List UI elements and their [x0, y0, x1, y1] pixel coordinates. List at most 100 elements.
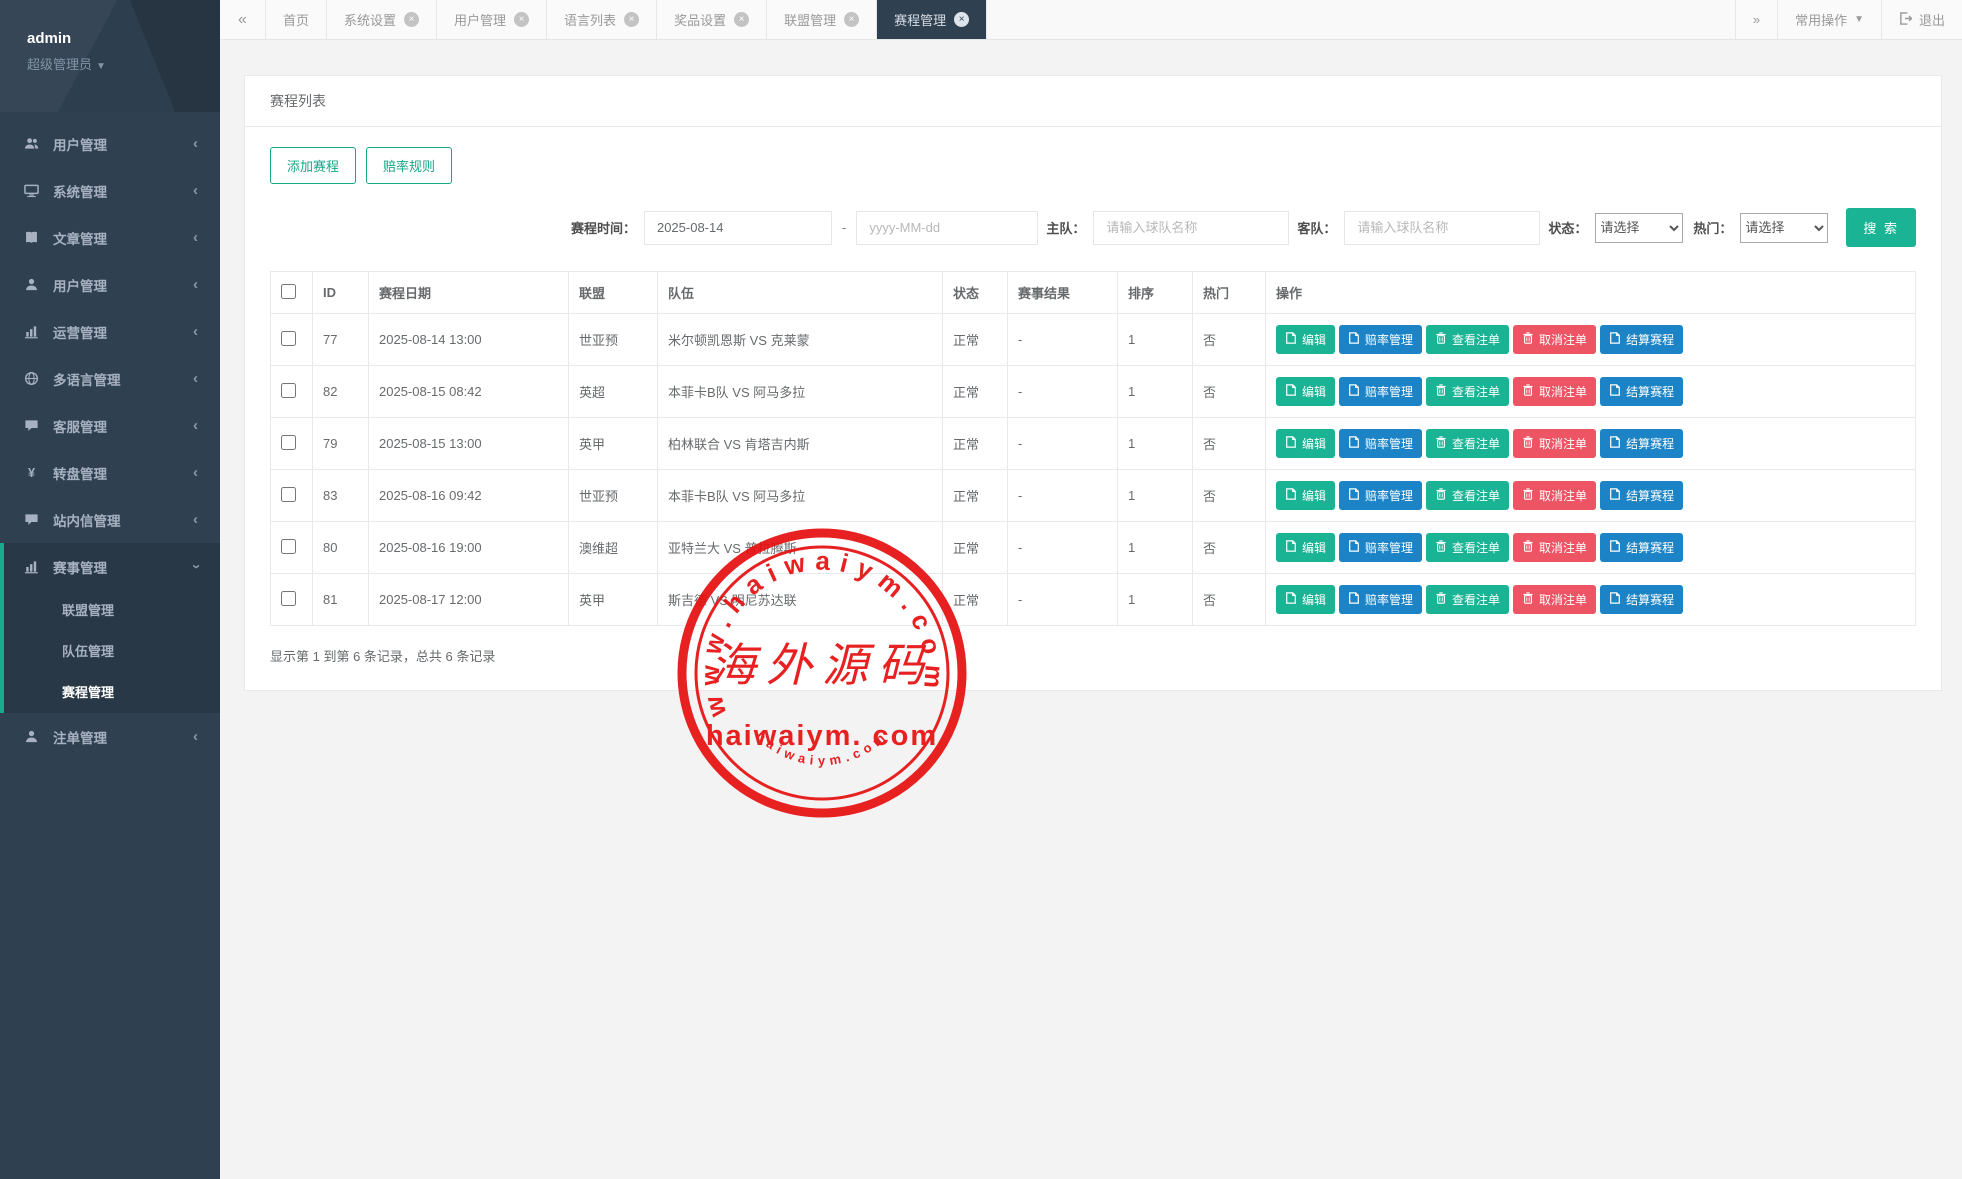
trash-icon: [1435, 488, 1447, 503]
home-team-input[interactable]: [1093, 210, 1290, 245]
row-checkbox[interactable]: [281, 382, 296, 398]
action-button-编辑[interactable]: 编辑: [1276, 533, 1336, 562]
action-button-取消注单[interactable]: 取消注单: [1513, 325, 1597, 354]
column-header-联盟: 联盟: [568, 271, 658, 314]
action-button-赔率管理[interactable]: 赔率管理: [1339, 481, 1423, 510]
tab-close-icon[interactable]: ×: [734, 12, 750, 27]
action-button-赔率管理[interactable]: 赔率管理: [1339, 377, 1423, 406]
action-button-结算赛程[interactable]: 结算赛程: [1600, 585, 1684, 614]
tabs-scroll-left-button[interactable]: «: [220, 0, 266, 39]
sort-cell: 1: [1117, 313, 1193, 366]
action-button-查看注单[interactable]: 查看注单: [1426, 325, 1510, 354]
action-button-取消注单[interactable]: 取消注单: [1513, 377, 1597, 406]
search-button[interactable]: 搜 索: [1846, 208, 1916, 247]
tab-语言列表[interactable]: 语言列表 ×: [547, 0, 658, 39]
tab-close-icon[interactable]: ×: [404, 12, 420, 27]
action-button-结算赛程[interactable]: 结算赛程: [1600, 325, 1684, 354]
action-button-查看注单[interactable]: 查看注单: [1426, 481, 1510, 510]
row-checkbox[interactable]: [281, 486, 296, 502]
tab-赛程管理[interactable]: 赛程管理 ×: [877, 0, 988, 39]
status-cell: 正常: [942, 573, 1008, 626]
tab-close-icon[interactable]: ×: [844, 12, 860, 27]
add-schedule-button[interactable]: 添加赛程: [270, 147, 357, 184]
tab-label: 联盟管理: [784, 13, 837, 28]
actions-cell: 编辑 赔率管理 查看注单 取消注单 结算赛程: [1265, 313, 1916, 366]
date-to-input[interactable]: [856, 210, 1039, 245]
action-button-label: 取消注单: [1539, 333, 1588, 347]
date-cell: 2025-08-14 13:00: [368, 313, 569, 366]
table-row: 80 2025-08-16 19:00 澳维超 亚特兰大 VS 普拉腾斯 正常 -1 否编辑…: [270, 521, 1916, 574]
action-button-取消注单[interactable]: 取消注单: [1513, 533, 1597, 562]
sidebar-item-用户管理[interactable]: 用户管理 ‹: [0, 120, 220, 167]
action-button-编辑[interactable]: 编辑: [1276, 481, 1336, 510]
sidebar-item-注单管理[interactable]: 注单管理 ‹: [0, 713, 220, 760]
tab-联盟管理[interactable]: 联盟管理 ×: [767, 0, 878, 39]
sidebar-item-转盘管理[interactable]: ¥ 转盘管理 ‹: [0, 449, 220, 496]
user-role-dropdown[interactable]: 超级管理员 ▼: [27, 54, 220, 73]
action-button-结算赛程[interactable]: 结算赛程: [1600, 429, 1684, 458]
teams-cell: 亚特兰大 VS 普拉腾斯: [657, 521, 943, 574]
action-button-赔率管理[interactable]: 赔率管理: [1339, 325, 1423, 354]
sidebar-subitem-赛程管理[interactable]: 赛程管理: [4, 672, 220, 713]
row-checkbox[interactable]: [281, 330, 296, 346]
hot-select[interactable]: 请选择: [1740, 212, 1829, 243]
date-from-input[interactable]: [643, 210, 832, 245]
table-row: 81 2025-08-17 12:00 英甲 斯吉德 VS 明尼苏达联 正常 -1 否 编辑 赔…: [270, 573, 1916, 626]
action-button-编辑[interactable]: 编辑: [1276, 325, 1336, 354]
edit-file-icon: [1285, 488, 1297, 503]
away-team-input[interactable]: [1344, 210, 1541, 245]
row-checkbox[interactable]: [281, 434, 296, 450]
sidebar-item-赛事管理[interactable]: 赛事管理 ‹: [4, 543, 220, 590]
sidebar-item-用户管理[interactable]: 用户管理 ‹: [0, 261, 220, 308]
sidebar-item-运营管理[interactable]: 运营管理 ‹: [0, 308, 220, 355]
action-button-编辑[interactable]: 编辑: [1276, 585, 1336, 614]
status-select[interactable]: 请选择: [1595, 212, 1684, 243]
action-button-取消注单[interactable]: 取消注单: [1513, 481, 1597, 510]
sidebar-subitem-联盟管理[interactable]: 联盟管理: [4, 590, 220, 631]
action-button-查看注单[interactable]: 查看注单: [1426, 585, 1510, 614]
action-button-编辑[interactable]: 编辑: [1276, 429, 1336, 458]
select-all-checkbox[interactable]: [281, 283, 296, 299]
sidebar-item-系统管理[interactable]: 系统管理 ‹: [0, 167, 220, 214]
tab-close-icon[interactable]: ×: [624, 12, 640, 27]
content-area: 赛程列表 添加赛程 赔率规则 赛程时间： - 主队： 客队：: [220, 40, 1962, 1179]
tab-奖品设置[interactable]: 奖品设置 ×: [657, 0, 768, 39]
sidebar-item-站内信管理[interactable]: 站内信管理 ‹: [0, 496, 220, 543]
common-actions-menu[interactable]: 常用操作 ▼: [1777, 0, 1881, 39]
sidebar-item-label: 运营管理: [53, 325, 107, 341]
sidebar-section-2: 文章管理 ‹: [0, 214, 220, 261]
action-button-取消注单[interactable]: 取消注单: [1513, 429, 1597, 458]
action-button-查看注单[interactable]: 查看注单: [1426, 533, 1510, 562]
league-cell: 英超: [568, 365, 658, 418]
teams-cell: 柏林联合 VS 肯塔吉内斯: [657, 417, 943, 470]
odds-rules-button[interactable]: 赔率规则: [366, 147, 453, 184]
action-button-赔率管理[interactable]: 赔率管理: [1339, 585, 1423, 614]
action-button-查看注单[interactable]: 查看注单: [1426, 377, 1510, 406]
sidebar-item-多语言管理[interactable]: 多语言管理 ‹: [0, 355, 220, 402]
action-button-结算赛程[interactable]: 结算赛程: [1600, 377, 1684, 406]
tab-close-icon[interactable]: ×: [514, 12, 530, 27]
sidebar-item-文章管理[interactable]: 文章管理 ‹: [0, 214, 220, 261]
edit-file-icon: [1609, 436, 1621, 451]
action-button-取消注单[interactable]: 取消注单: [1513, 585, 1597, 614]
tab-用户管理[interactable]: 用户管理 ×: [437, 0, 548, 39]
away-team-label: 客队：: [1297, 221, 1337, 236]
tab-close-icon[interactable]: ×: [954, 12, 970, 27]
action-button-赔率管理[interactable]: 赔率管理: [1339, 533, 1423, 562]
action-button-编辑[interactable]: 编辑: [1276, 377, 1336, 406]
teams-cell: 斯吉德 VS 明尼苏达联: [657, 573, 943, 626]
action-button-结算赛程[interactable]: 结算赛程: [1600, 533, 1684, 562]
action-button-查看注单[interactable]: 查看注单: [1426, 429, 1510, 458]
tab-系统设置[interactable]: 系统设置 ×: [327, 0, 438, 39]
sidebar-subitem-队伍管理[interactable]: 队伍管理: [4, 631, 220, 672]
row-checkbox[interactable]: [281, 590, 296, 606]
row-checkbox[interactable]: [281, 538, 296, 554]
logout-button[interactable]: 退出: [1880, 0, 1962, 39]
action-button-赔率管理[interactable]: 赔率管理: [1339, 429, 1423, 458]
edit-file-icon: [1609, 540, 1621, 555]
action-button-结算赛程[interactable]: 结算赛程: [1600, 481, 1684, 510]
tabs-scroll-right-button[interactable]: »: [1734, 0, 1778, 39]
tab-首页[interactable]: 首页: [266, 0, 328, 39]
column-header-操作: 操作: [1265, 271, 1916, 314]
sidebar-item-客服管理[interactable]: 客服管理 ‹: [0, 402, 220, 449]
